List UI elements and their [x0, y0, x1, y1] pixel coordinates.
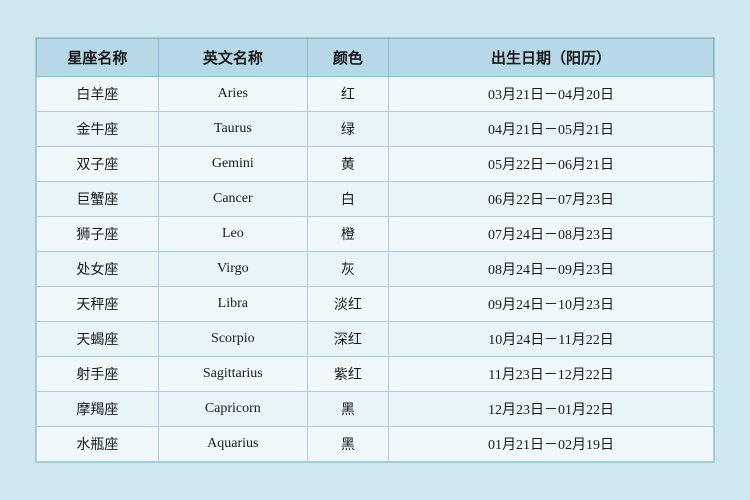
zodiac-table-container: 星座名称 英文名称 颜色 出生日期（阳历） 白羊座Aries红03月21日－04… [35, 37, 715, 463]
table-row: 水瓶座Aquarius黑01月21日－02月19日 [37, 427, 714, 462]
cell-date-range: 08月24日－09月23日 [389, 252, 714, 287]
zodiac-table: 星座名称 英文名称 颜色 出生日期（阳历） 白羊座Aries红03月21日－04… [36, 38, 714, 462]
cell-en-name: Scorpio [158, 322, 307, 357]
table-row: 天蝎座Scorpio深红10月24日－11月22日 [37, 322, 714, 357]
table-row: 双子座Gemini黄05月22日－06月21日 [37, 147, 714, 182]
header-en-name: 英文名称 [158, 39, 307, 77]
cell-zh-name: 巨蟹座 [37, 182, 159, 217]
cell-zh-name: 天蝎座 [37, 322, 159, 357]
cell-en-name: Leo [158, 217, 307, 252]
cell-color: 紫红 [307, 357, 388, 392]
cell-zh-name: 白羊座 [37, 77, 159, 112]
cell-color: 黑 [307, 392, 388, 427]
cell-date-range: 11月23日－12月22日 [389, 357, 714, 392]
cell-date-range: 06月22日－07月23日 [389, 182, 714, 217]
cell-zh-name: 金牛座 [37, 112, 159, 147]
cell-zh-name: 狮子座 [37, 217, 159, 252]
cell-date-range: 07月24日－08月23日 [389, 217, 714, 252]
table-row: 狮子座Leo橙07月24日－08月23日 [37, 217, 714, 252]
cell-zh-name: 摩羯座 [37, 392, 159, 427]
header-date-range: 出生日期（阳历） [389, 39, 714, 77]
cell-color: 白 [307, 182, 388, 217]
cell-date-range: 09月24日－10月23日 [389, 287, 714, 322]
cell-en-name: Gemini [158, 147, 307, 182]
cell-color: 黑 [307, 427, 388, 462]
header-zh-name: 星座名称 [37, 39, 159, 77]
table-header-row: 星座名称 英文名称 颜色 出生日期（阳历） [37, 39, 714, 77]
cell-en-name: Aquarius [158, 427, 307, 462]
cell-date-range: 10月24日－11月22日 [389, 322, 714, 357]
cell-en-name: Sagittarius [158, 357, 307, 392]
cell-date-range: 05月22日－06月21日 [389, 147, 714, 182]
cell-zh-name: 射手座 [37, 357, 159, 392]
table-row: 摩羯座Capricorn黑12月23日－01月22日 [37, 392, 714, 427]
table-row: 天秤座Libra淡红09月24日－10月23日 [37, 287, 714, 322]
cell-color: 黄 [307, 147, 388, 182]
cell-color: 淡红 [307, 287, 388, 322]
cell-date-range: 12月23日－01月22日 [389, 392, 714, 427]
cell-en-name: Cancer [158, 182, 307, 217]
cell-date-range: 04月21日－05月21日 [389, 112, 714, 147]
cell-en-name: Capricorn [158, 392, 307, 427]
cell-color: 橙 [307, 217, 388, 252]
cell-color: 深红 [307, 322, 388, 357]
cell-en-name: Virgo [158, 252, 307, 287]
table-row: 金牛座Taurus绿04月21日－05月21日 [37, 112, 714, 147]
table-row: 巨蟹座Cancer白06月22日－07月23日 [37, 182, 714, 217]
cell-color: 灰 [307, 252, 388, 287]
cell-date-range: 01月21日－02月19日 [389, 427, 714, 462]
table-row: 白羊座Aries红03月21日－04月20日 [37, 77, 714, 112]
header-color: 颜色 [307, 39, 388, 77]
table-row: 处女座Virgo灰08月24日－09月23日 [37, 252, 714, 287]
cell-color: 红 [307, 77, 388, 112]
table-row: 射手座Sagittarius紫红11月23日－12月22日 [37, 357, 714, 392]
cell-zh-name: 双子座 [37, 147, 159, 182]
cell-date-range: 03月21日－04月20日 [389, 77, 714, 112]
cell-zh-name: 水瓶座 [37, 427, 159, 462]
cell-color: 绿 [307, 112, 388, 147]
cell-en-name: Libra [158, 287, 307, 322]
cell-zh-name: 天秤座 [37, 287, 159, 322]
cell-zh-name: 处女座 [37, 252, 159, 287]
cell-en-name: Aries [158, 77, 307, 112]
cell-en-name: Taurus [158, 112, 307, 147]
